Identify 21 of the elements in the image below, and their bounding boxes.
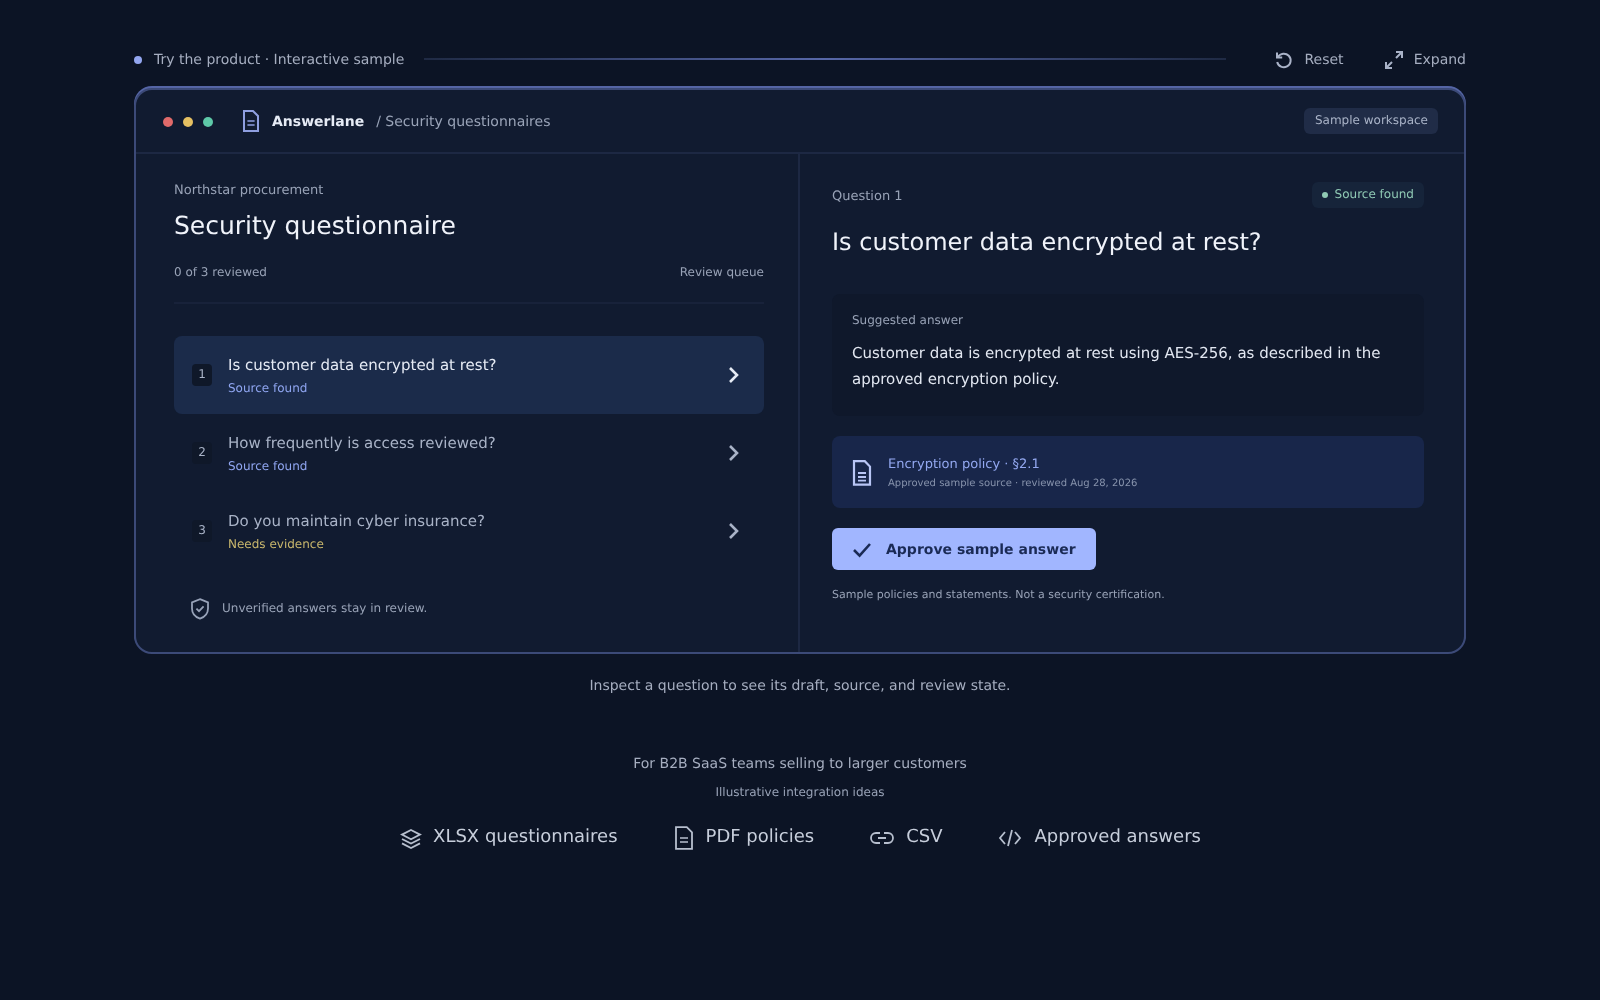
- expand-icon: [1383, 49, 1404, 69]
- reset-icon: [1274, 49, 1295, 69]
- layers-icon: [399, 827, 422, 849]
- chevron-right-icon: [728, 522, 740, 540]
- shield-check-icon: [190, 598, 210, 620]
- document-icon: [673, 826, 694, 850]
- chevron-right-icon: [728, 366, 740, 384]
- integration-label: Approved answers: [1034, 828, 1201, 848]
- window-controls-icon: [162, 115, 214, 127]
- document-icon: [242, 110, 260, 132]
- link-icon: [870, 830, 895, 846]
- chevron-right-icon: [728, 444, 740, 462]
- integration-label: XLSX questionnaires: [433, 828, 618, 848]
- questionnaire-title: Security questionnaire: [174, 210, 458, 240]
- code-icon: [998, 828, 1023, 848]
- integration-label: CSV: [906, 828, 943, 848]
- check-icon: [852, 541, 872, 557]
- document-icon: [852, 459, 872, 485]
- status-dot: [134, 55, 142, 63]
- question-title: Is customer data encrypted at rest?: [832, 228, 1264, 256]
- integration-label: PDF policies: [705, 828, 815, 848]
